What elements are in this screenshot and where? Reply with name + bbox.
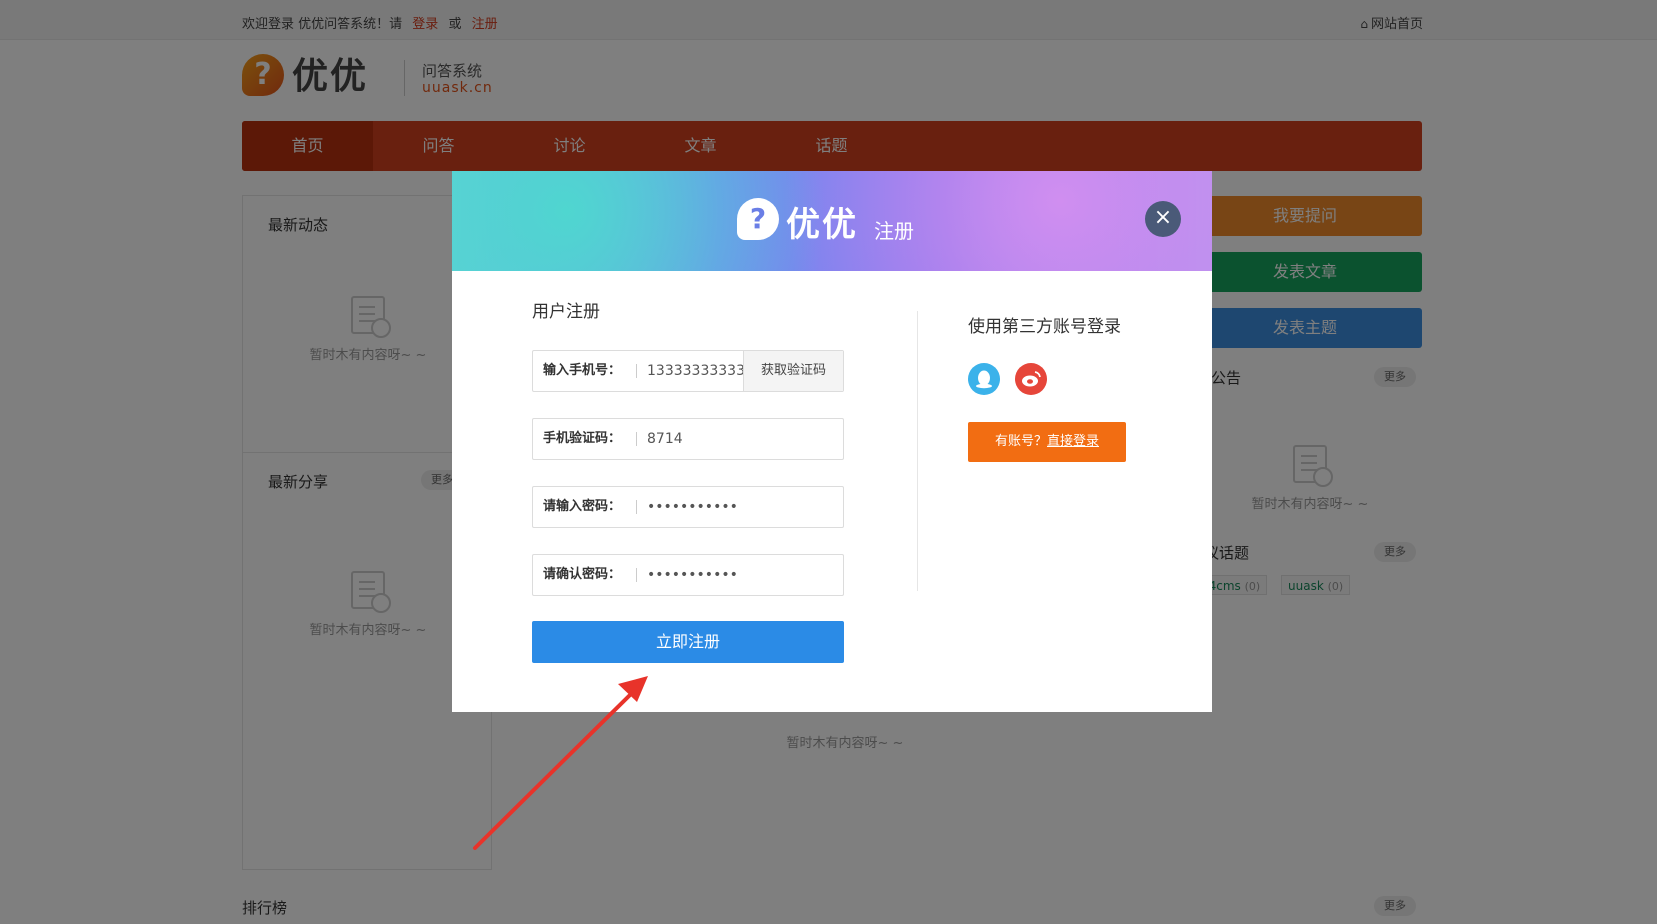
- form-title: 用户注册: [532, 302, 600, 322]
- register-submit-button[interactable]: 立即注册: [532, 621, 844, 663]
- register-modal: ? 优优 注册 × 用户注册 输入手机号： 获取验证码 手机验证码： 请输入密码…: [452, 171, 1212, 712]
- password-field: 请输入密码：: [532, 486, 844, 528]
- sms-code-input[interactable]: [647, 419, 797, 459]
- close-icon[interactable]: ×: [1145, 201, 1181, 237]
- sms-code-field: 手机验证码：: [532, 418, 844, 460]
- confirm-password-field: 请确认密码：: [532, 554, 844, 596]
- question-bubble-icon: ?: [737, 198, 779, 240]
- phone-field: 输入手机号： 获取验证码: [532, 350, 844, 392]
- weibo-login-icon[interactable]: [1015, 363, 1047, 395]
- modal-banner: ? 优优 注册 ×: [452, 171, 1212, 271]
- password-input[interactable]: [647, 487, 797, 527]
- qq-login-icon[interactable]: [968, 363, 1000, 395]
- direct-login-button[interactable]: 有账号？直接登录: [968, 422, 1126, 462]
- confirm-password-input[interactable]: [647, 555, 797, 595]
- get-code-button[interactable]: 获取验证码: [743, 351, 843, 391]
- third-party-title: 使用第三方账号登录: [968, 317, 1121, 337]
